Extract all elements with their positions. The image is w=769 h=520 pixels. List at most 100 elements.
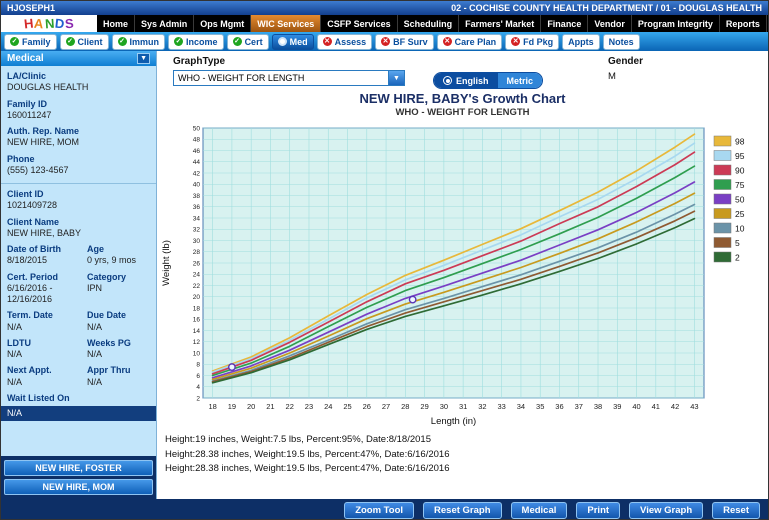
gender-group: Gender M xyxy=(608,56,643,82)
menu-farmers-market[interactable]: Farmers' Market xyxy=(459,15,541,32)
member-button-new-hire-foster[interactable]: NEW HIRE, FOSTER xyxy=(4,460,153,476)
measurement-line: Height:19 inches, Weight:7.5 lbs, Percen… xyxy=(165,433,768,448)
legend-swatch-50 xyxy=(714,194,731,204)
reset-graph-button[interactable]: Reset Graph xyxy=(423,502,502,519)
x-tick-label: 22 xyxy=(286,402,294,411)
chart-title: NEW HIRE, BABY's Growth Chart xyxy=(157,91,768,106)
tab-fd-pkg[interactable]: ✕Fd Pkg xyxy=(505,34,559,50)
x-tick-label: 21 xyxy=(266,402,274,411)
x-tick-label: 28 xyxy=(401,402,409,411)
tab-income[interactable]: ✓Income xyxy=(168,34,224,50)
x-tick-label: 40 xyxy=(632,402,640,411)
x-tick-label: 35 xyxy=(536,402,544,411)
member-button-new-hire-mom[interactable]: NEW HIRE, MOM xyxy=(4,479,153,495)
y-tick-label: 12 xyxy=(193,339,201,346)
y-tick-label: 8 xyxy=(196,362,200,369)
medical-button[interactable]: Medical xyxy=(511,502,568,519)
y-tick-label: 26 xyxy=(193,260,201,267)
x-tick-label: 29 xyxy=(420,402,428,411)
legend-label: 90 xyxy=(735,166,745,176)
x-tick-label: 43 xyxy=(690,402,698,411)
field-label: Family ID xyxy=(7,99,150,110)
units-metric-option[interactable]: Metric xyxy=(498,73,543,88)
field-value: 6/16/2016 - 12/16/2016 xyxy=(7,283,83,306)
tab-med[interactable]: Med xyxy=(272,34,314,50)
app-window: HJOSEPH1 02 - COCHISE COUNTY HEALTH DEPA… xyxy=(0,0,769,520)
tab-label: Income xyxy=(186,37,218,47)
menu-reports[interactable]: Reports xyxy=(720,15,767,32)
y-tick-label: 18 xyxy=(193,305,201,312)
field-label: Term. Date xyxy=(7,310,83,321)
graph-type-select[interactable]: WHO - WEIGHT FOR LENGTH ▼ xyxy=(173,70,405,86)
field-row: LDTUN/AWeeks PGN/A xyxy=(1,336,156,364)
tab-cert[interactable]: ✓Cert xyxy=(227,34,269,50)
x-icon: ✕ xyxy=(443,37,452,46)
tab-notes[interactable]: Notes xyxy=(603,34,640,50)
reset-button[interactable]: Reset xyxy=(712,502,760,519)
tab-label: BF Surv xyxy=(393,37,428,47)
units-english-option[interactable]: English xyxy=(434,73,498,88)
field-value: N/A xyxy=(1,406,156,421)
tab-appts[interactable]: Appts xyxy=(562,34,600,50)
tab-label: Appts xyxy=(568,37,594,47)
units-metric-label: Metric xyxy=(507,76,534,86)
x-tick-label: 36 xyxy=(555,402,563,411)
tab-immun[interactable]: ✓Immun xyxy=(112,34,166,50)
graph-type-group: GraphType WHO - WEIGHT FOR LENGTH ▼ xyxy=(173,56,405,86)
field-value: (555) 123-4567 xyxy=(7,165,150,176)
menu-bar: HomeSys AdminOps MgmtWIC ServicesCSFP Se… xyxy=(97,15,768,32)
tab-care-plan[interactable]: ✕Care Plan xyxy=(437,34,503,50)
field-date-of-birth: Date of Birth8/18/2015 xyxy=(7,244,87,267)
y-tick-label: 46 xyxy=(193,148,201,155)
user-id: HJOSEPH1 xyxy=(7,3,55,13)
tab-client[interactable]: ✓Client xyxy=(60,34,109,50)
x-icon: ✕ xyxy=(323,37,332,46)
field-label: Appr Thru xyxy=(87,365,148,376)
y-tick-label: 32 xyxy=(193,227,201,234)
field-value: NEW HIRE, BABY xyxy=(7,228,150,239)
tab-assess[interactable]: ✕Assess xyxy=(317,34,373,50)
field-age: Age0 yrs, 9 mos xyxy=(87,244,150,267)
menu-program-integrity[interactable]: Program Integrity xyxy=(632,15,720,32)
family-member-buttons: NEW HIRE, FOSTER NEW HIRE, MOM xyxy=(1,456,156,499)
tab-label: Immun xyxy=(130,37,160,47)
view-graph-button[interactable]: View Graph xyxy=(629,502,703,519)
dropdown-arrow-icon[interactable]: ▼ xyxy=(388,71,404,85)
field-label: Due Date xyxy=(87,310,148,321)
measurement-line: Height:28.38 inches, Weight:19.5 lbs, Pe… xyxy=(165,448,768,463)
field-label: Age xyxy=(87,244,148,255)
menu-help[interactable]: Help xyxy=(767,15,768,32)
print-button[interactable]: Print xyxy=(576,502,620,519)
logo-letter: N xyxy=(44,17,54,31)
y-tick-label: 30 xyxy=(193,238,201,245)
menu-sys-admin[interactable]: Sys Admin xyxy=(135,15,194,32)
field-value: N/A xyxy=(7,377,83,388)
field-category: CategoryIPN xyxy=(87,272,150,306)
menu-home[interactable]: Home xyxy=(97,15,135,32)
x-tick-label: 31 xyxy=(459,402,467,411)
legend-label: 10 xyxy=(735,224,745,234)
menu-scheduling[interactable]: Scheduling xyxy=(398,15,460,32)
field-label: Phone xyxy=(7,154,150,165)
growth-chart[interactable]: 1819202122232425262728293031323334353637… xyxy=(157,120,768,430)
menu-csfp-services[interactable]: CSFP Services xyxy=(321,15,397,32)
legend-swatch-98 xyxy=(714,136,731,146)
menu-finance[interactable]: Finance xyxy=(541,15,588,32)
field-label: Client Name xyxy=(7,217,150,228)
chart-controls: GraphType WHO - WEIGHT FOR LENGTH ▼ Engl… xyxy=(157,51,768,89)
field-value: N/A xyxy=(7,349,83,360)
menu-vendor[interactable]: Vendor xyxy=(588,15,632,32)
med-icon xyxy=(278,37,287,46)
tab-bf-surv[interactable]: ✕BF Surv xyxy=(375,34,434,50)
field-phone: Phone(555) 123-4567 xyxy=(1,152,156,180)
tab-family[interactable]: ✓Family xyxy=(4,34,57,50)
sidebar-section-dropdown[interactable]: Medical ▼ xyxy=(1,51,156,66)
y-tick-label: 36 xyxy=(193,204,201,211)
x-tick-label: 37 xyxy=(575,402,583,411)
field-client-id: Client ID1021409728 xyxy=(1,183,156,215)
menu-ops-mgmt[interactable]: Ops Mgmt xyxy=(194,15,251,32)
menu-wic-services[interactable]: WIC Services xyxy=(251,15,321,32)
zoom-tool-button[interactable]: Zoom Tool xyxy=(344,502,414,519)
field-next-appt: Next Appt.N/A xyxy=(7,365,87,388)
field-value: N/A xyxy=(7,322,83,333)
